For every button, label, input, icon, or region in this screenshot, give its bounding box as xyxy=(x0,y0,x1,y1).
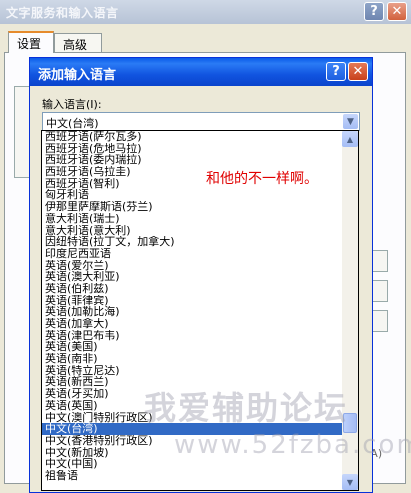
outer-titlebar[interactable]: 文字服务和输入语言 ? ✕ xyxy=(0,0,411,24)
list-item[interactable]: 西班牙语(委内瑞拉) xyxy=(42,154,342,166)
input-language-label: 输入语言(I): xyxy=(42,98,102,111)
tab-settings[interactable]: 设置 xyxy=(8,31,54,53)
list-item[interactable]: 意大利语(意大利) xyxy=(42,225,342,237)
dropdown-arrow-button[interactable]: ▼ xyxy=(343,114,358,129)
outer-window-title: 文字服务和输入语言 xyxy=(6,6,119,20)
close-icon: ✕ xyxy=(391,4,403,19)
dialog-titlebar[interactable]: 添加输入语言 ? ✕ xyxy=(30,58,372,86)
input-language-combobox[interactable]: 中文(台湾) ▼ xyxy=(42,112,360,131)
list-item[interactable]: 英语(津巴布韦) xyxy=(42,330,342,342)
arrow-up-icon: ▲ xyxy=(346,134,354,144)
help-icon: ? xyxy=(370,4,378,19)
list-item[interactable]: 西班牙语(危地马拉) xyxy=(42,143,342,155)
list-item[interactable]: 英语(美国) xyxy=(42,341,342,353)
tab-advanced[interactable]: 高级 xyxy=(54,33,102,53)
list-item[interactable]: 匈牙利语 xyxy=(42,189,342,201)
list-item[interactable]: 印度尼西亚语 xyxy=(42,248,342,260)
dialog-title: 添加输入语言 xyxy=(38,68,117,83)
annotation-text: 和他的不一样啊。 xyxy=(206,171,318,187)
list-item[interactable]: 因纽特语(拉丁文，加拿大) xyxy=(42,236,342,248)
help-icon: ? xyxy=(332,64,340,79)
list-item[interactable]: 英语(加拿大) xyxy=(42,318,342,330)
outer-close-button[interactable]: ✕ xyxy=(387,2,407,21)
list-item[interactable]: 祖鲁语 xyxy=(42,470,342,482)
arrow-down-icon: ▼ xyxy=(346,477,354,487)
chevron-down-icon: ▼ xyxy=(347,116,354,127)
dialog-help-button[interactable]: ? xyxy=(326,62,346,81)
list-item[interactable]: 英语(加勒比海) xyxy=(42,306,342,318)
list-item[interactable]: 英语(南非) xyxy=(42,353,342,365)
scroll-up-button[interactable]: ▲ xyxy=(342,131,358,147)
list-item[interactable]: 伊那里萨摩斯语(芬兰) xyxy=(42,201,342,213)
watermark-text: 我爱辅助论坛 xyxy=(144,389,349,427)
close-icon: ✕ xyxy=(352,64,364,79)
outer-help-button[interactable]: ? xyxy=(364,2,384,21)
list-item[interactable]: 英语(爱尔兰) xyxy=(42,260,342,272)
background-group-box xyxy=(14,86,30,178)
list-item[interactable]: 英语(菲律宾) xyxy=(42,295,342,307)
list-item[interactable]: 中文(中国) xyxy=(42,458,342,470)
list-item[interactable]: 英语(伯利兹) xyxy=(42,283,342,295)
list-item[interactable]: 英语(特立尼达) xyxy=(42,365,342,377)
list-item[interactable]: 西班牙语(萨尔瓦多) xyxy=(42,131,342,143)
dialog-close-button[interactable]: ✕ xyxy=(348,62,368,81)
list-item[interactable]: 英语(澳大利亚) xyxy=(42,271,342,283)
combobox-value: 中文(台湾) xyxy=(46,117,99,130)
scroll-down-button[interactable]: ▼ xyxy=(342,474,358,490)
list-item[interactable]: 意大利语(瑞士) xyxy=(42,213,342,225)
watermark-url: www.52fzba.com xyxy=(174,430,411,460)
